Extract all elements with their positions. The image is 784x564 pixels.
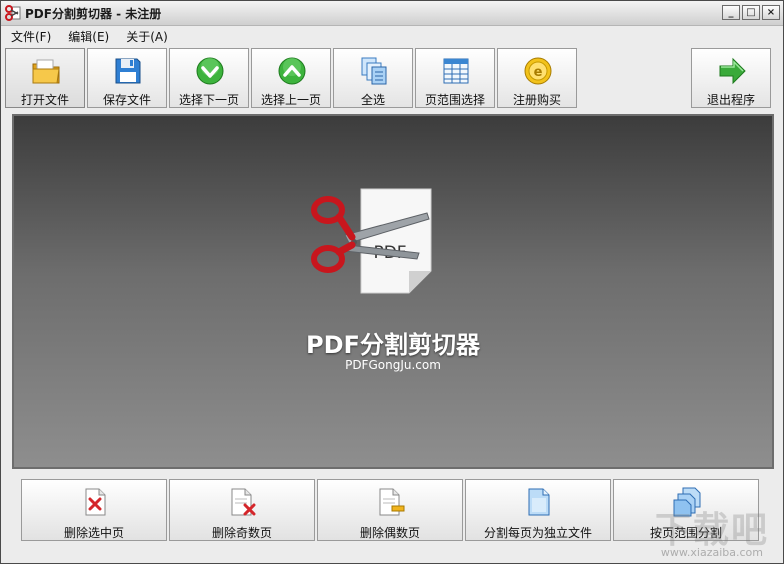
grid-sheet-icon: [443, 58, 469, 84]
toolbar: 打开文件 保存文件 选择下一页 选择上一页 全选 页范围选择 e 注册购买 退出…: [5, 48, 779, 110]
gold-coin-icon: e: [524, 57, 552, 85]
app-scissors-icon: [5, 5, 21, 21]
split-each-page-label: 分割每页为独立文件: [483, 526, 592, 540]
select-next-page-label: 选择下一页: [178, 93, 239, 107]
menu-about[interactable]: 关于(A): [116, 28, 175, 45]
save-file-label: 保存文件: [102, 93, 151, 107]
product-website: PDFGongJu.com: [345, 358, 441, 372]
delete-odd-pages-label: 删除奇数页: [211, 526, 272, 540]
page-delete-red-icon: [231, 488, 256, 516]
menu-bar: 文件(F) 编辑(E) 关于(A): [1, 26, 783, 46]
app-window: PDF分割剪切器 - 未注册 _ □ × 文件(F) 编辑(E) 关于(A) 打…: [0, 0, 784, 564]
split-by-range-label: 按页范围分割: [649, 526, 722, 540]
page-minus-icon: [379, 488, 405, 516]
action-bar: 删除选中页 删除奇数页 删除偶数页 分割每页为独立文件 按页范围分割: [21, 479, 759, 543]
register-buy-button[interactable]: e 注册购买: [497, 48, 577, 108]
select-prev-page-label: 选择上一页: [260, 93, 321, 107]
open-file-label: 打开文件: [20, 93, 69, 107]
open-file-button[interactable]: 打开文件: [5, 48, 85, 108]
select-next-page-button[interactable]: 选择下一页: [169, 48, 249, 108]
page-range-select-button[interactable]: 页范围选择: [415, 48, 495, 108]
delete-even-pages-label: 删除偶数页: [359, 526, 420, 540]
green-right-arrow-icon: [719, 57, 746, 85]
close-button[interactable]: ×: [762, 5, 780, 20]
maximize-button[interactable]: □: [742, 5, 760, 20]
blue-pages-stack-icon: [673, 487, 701, 517]
register-buy-label: 注册购买: [512, 93, 561, 107]
menu-file[interactable]: 文件(F): [1, 28, 58, 45]
delete-odd-pages-button[interactable]: 删除奇数页: [169, 479, 315, 541]
save-file-button[interactable]: 保存文件: [87, 48, 167, 108]
delete-even-pages-button[interactable]: 删除偶数页: [317, 479, 463, 541]
exit-program-label: 退出程序: [706, 93, 755, 107]
green-down-arrow-icon: [196, 57, 224, 85]
page-range-select-label: 页范围选择: [424, 93, 485, 107]
minimize-button[interactable]: _: [722, 5, 740, 20]
delete-selected-pages-button[interactable]: 删除选中页: [21, 479, 167, 541]
folder-icon: [32, 59, 60, 84]
select-all-label: 全选: [360, 93, 385, 107]
title-bar[interactable]: PDF分割剪切器 - 未注册 _ □ ×: [1, 1, 783, 26]
split-each-page-button[interactable]: 分割每页为独立文件: [465, 479, 611, 541]
green-up-arrow-icon: [278, 57, 306, 85]
pdf-scissors-logo: PDF: [311, 188, 432, 294]
svg-text:e: e: [534, 65, 543, 80]
page-delete-icon: [85, 488, 106, 516]
window-title: PDF分割剪切器 - 未注册: [25, 7, 162, 21]
exit-program-button[interactable]: 退出程序: [691, 48, 771, 108]
select-all-button[interactable]: 全选: [333, 48, 413, 108]
menu-edit[interactable]: 编辑(E): [58, 28, 116, 45]
preview-area[interactable]: PDF PDF分割剪切器 PDFGongJu.com: [12, 114, 774, 469]
product-title: PDF分割剪切器: [306, 331, 480, 359]
blue-page-icon: [528, 488, 550, 516]
stacked-pages-icon: [361, 57, 387, 85]
split-by-range-button[interactable]: 按页范围分割: [613, 479, 759, 541]
delete-selected-pages-label: 删除选中页: [63, 526, 124, 540]
watermark-url: www.xiazaiba.com: [660, 546, 763, 559]
floppy-disk-icon: [115, 58, 141, 84]
select-prev-page-button[interactable]: 选择上一页: [251, 48, 331, 108]
